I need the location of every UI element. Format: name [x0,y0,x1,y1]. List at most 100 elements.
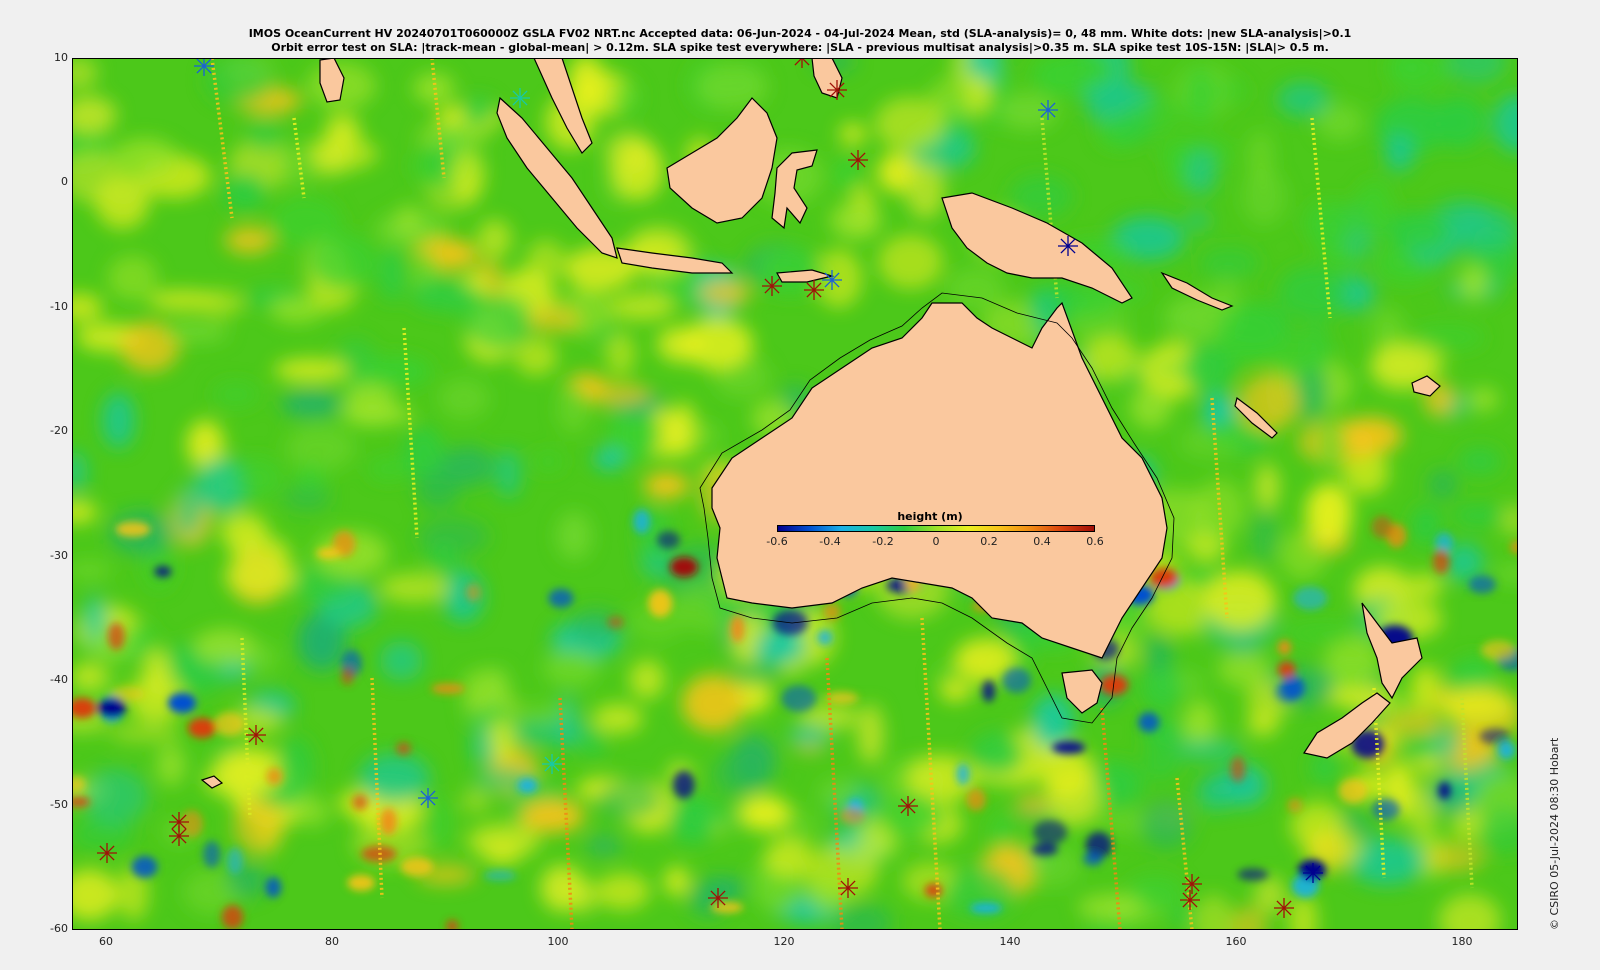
sla-blob [1427,843,1485,873]
sla-eddy [648,589,673,618]
sla-eddy [781,685,817,712]
lon-tick: 60 [99,935,113,948]
sla-blob [72,663,107,687]
sla-blob [233,798,284,855]
sla-blob [220,512,268,551]
sla-blob [510,720,584,746]
sla-blob [273,358,349,382]
sla-blob [595,780,663,820]
sla-blob [234,456,283,500]
sla-eddy [1432,549,1450,574]
sla-blob [528,305,581,333]
sla-blob [324,114,361,149]
sla-eddy [970,903,1002,914]
sla-blob [1215,303,1282,364]
rejected-data-marker [838,878,858,898]
sla-eddy [483,869,517,882]
lon-tick: 80 [325,935,339,948]
sla-blob [877,793,945,839]
sla-blob [739,795,790,831]
sla-eddy [1480,640,1516,661]
sla-eddy [1052,741,1086,754]
lon-tick: 160 [1225,935,1247,948]
sla-blob [340,404,414,426]
rejected-data-marker [510,88,530,108]
sla-eddy [730,615,745,643]
rejected-data-marker [1038,100,1058,120]
rejected-data-marker [1180,890,1200,910]
sla-eddy [465,583,482,602]
sla-blob [143,648,171,695]
sea-level-anomaly-map [72,58,1518,930]
sla-blob [629,659,665,700]
sla-blob [1458,447,1502,476]
sla-blob [1196,774,1235,812]
rejected-data-marker [848,150,868,170]
sla-blob [464,705,518,727]
sla-blob [1459,264,1488,301]
sla-blob [460,669,509,712]
copyright-notice: © CSIRO 05-Jul-2024 08:30 Hobart [1548,737,1561,930]
sla-blob [519,702,570,724]
sla-blob [611,79,642,118]
sla-eddy [670,557,698,577]
sla-eddy [316,547,342,559]
sla-blob [1077,893,1144,921]
sla-blob [764,837,812,877]
sla-blob [81,768,149,825]
sla-blob [193,628,256,665]
colorbar-tick: -0.6 [766,535,788,548]
lat-tick: 0 [61,175,68,188]
colorbar: height (m) -0.6 -0.4 -0.2 0 0.2 0.4 0.6 [760,508,1103,553]
sla-blob [699,279,750,307]
sla-blob [1451,504,1505,528]
sla-blob [1405,784,1437,835]
sla-blob [1015,793,1049,816]
sla-eddy [982,680,996,702]
sla-eddy [633,509,651,534]
sla-blob [199,290,244,317]
sla-blob [309,233,378,291]
sla-blob [650,475,678,497]
sla-eddy [1438,781,1451,800]
sla-blob [1143,737,1180,783]
rejected-data-marker [1274,898,1294,918]
sla-blob [174,485,203,539]
sla-blob [417,122,491,150]
sla-eddy [265,877,282,898]
colorbar-tick: 0.2 [980,535,998,548]
sla-blob [440,446,495,487]
rejected-data-marker [169,826,189,846]
sla-blob [1277,266,1350,319]
sla-eddy [1372,798,1400,821]
sla-blob [905,161,946,219]
sla-eddy [710,901,744,913]
sla-eddy [817,629,833,646]
sla-blob [1385,133,1414,172]
sla-blob [656,326,704,363]
sla-blob [829,201,882,240]
sla-blob [358,356,432,388]
lon-tick: 140 [999,935,1021,948]
sla-blob [379,572,450,604]
rejected-data-marker [1182,874,1202,894]
sla-eddy [188,718,216,738]
lon-tick: 120 [773,935,795,948]
sla-eddy [657,531,680,549]
rejected-data-marker [827,80,847,100]
sla-blob [1316,418,1346,473]
rejected-data-marker [1303,863,1323,883]
sla-blob [450,151,485,201]
sla-blob [1305,483,1353,543]
sla-eddy [107,622,125,651]
sla-eddy [1138,712,1160,733]
sla-blob [224,226,274,254]
sla-blob [156,744,186,787]
sla-blob [874,97,945,151]
sla-eddy [956,763,970,786]
sla-blob [95,175,150,230]
sla-blob [806,872,849,914]
sla-blob [1315,213,1341,262]
sla-eddy [266,767,283,785]
sla-blob [1204,570,1276,631]
